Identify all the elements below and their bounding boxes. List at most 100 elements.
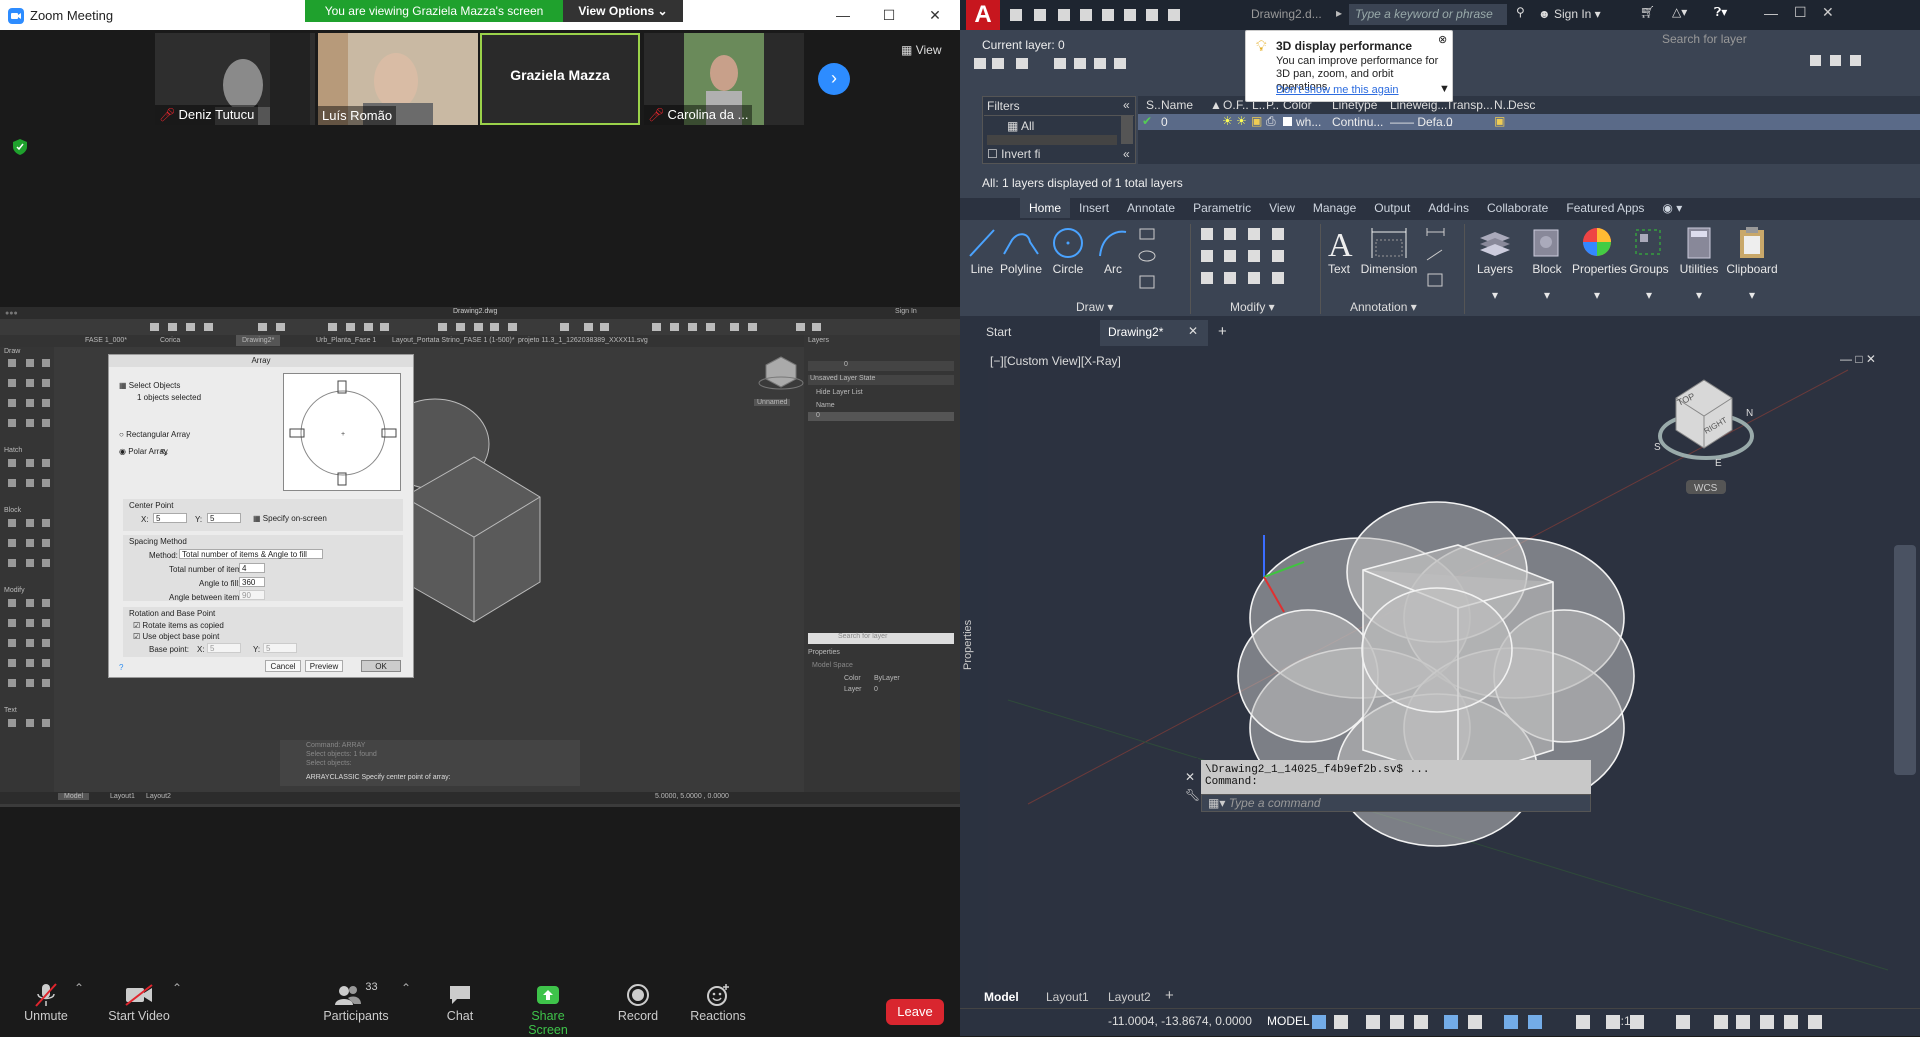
tooltip-expand-icon[interactable]: ▼ [1439,83,1450,95]
filter-scrollbar[interactable] [1121,116,1133,144]
close-button[interactable]: ✕ [1822,4,1834,21]
layer-search-input[interactable]: Search for layer [808,633,954,644]
dimension-tool-button[interactable]: Dimension [1358,224,1420,276]
layer-toolbar-icons[interactable] [972,56,1162,72]
filter-hscrollbar[interactable] [987,135,1117,145]
sign-in-button[interactable]: ☻ Sign In ▾ [1538,7,1601,21]
tab-parametric[interactable]: Parametric [1184,198,1260,218]
remote-sign-in[interactable]: Sign In [895,308,917,315]
block-button[interactable]: Block ▾ [1522,224,1572,302]
cart-icon[interactable]: 🛒︎ [1640,5,1655,19]
ok-button[interactable]: OK [361,660,401,672]
center-y-input[interactable]: 5 [207,513,241,523]
minimize-button[interactable]: — [1764,5,1778,21]
color-value[interactable]: ByLayer [874,675,900,682]
layout1-tab[interactable]: Layout1 [1046,990,1089,1004]
participant-tile[interactable]: Luís Romão [318,33,478,125]
tab-collaborate[interactable]: Collaborate [1478,198,1557,218]
viewport-controls[interactable]: [−][Custom View][X-Ray] [990,354,1121,368]
angle-between-input[interactable]: 90 [239,590,265,600]
properties-side-strip[interactable]: Properties [960,350,988,990]
participant-tile[interactable]: 🎤︎ Deniz Tutucu [155,33,315,125]
audio-options-chevron-icon[interactable]: ⌃ [74,981,84,995]
drawing-tab[interactable]: Drawing2* ✕ [1100,320,1208,346]
leave-button[interactable]: Leave [886,999,944,1025]
remote-tab[interactable]: Layout_Portata Strino_FASE 1 (1-500)* [392,337,515,344]
rotate-items-checkbox[interactable]: ☑ Rotate items as copied [133,621,224,630]
tab-home[interactable]: Home [1020,198,1071,218]
layer-row[interactable]: 0 [808,412,954,421]
view-options-button[interactable]: View Options ⌄ [563,0,683,22]
rectangular-array-radio[interactable]: ○ Rectangular Array [119,430,190,439]
remote-tab[interactable]: Urb_Planta_Fase 1 [316,337,376,344]
collapse-filters-icon[interactable]: « [1123,98,1130,112]
layer-dropdown[interactable]: 0 [808,361,954,371]
tab-output[interactable]: Output [1365,198,1419,218]
total-items-input[interactable]: 4 [239,563,265,573]
model-tab[interactable]: Model [984,990,1019,1004]
participants-options-chevron-icon[interactable]: ⌃ [401,981,411,995]
use-base-point-checkbox[interactable]: ☑ Use object base point [133,632,219,641]
share-screen-button[interactable]: Share Screen [510,981,586,1037]
remote-model-tab[interactable]: Model [58,793,90,800]
text-tool-button[interactable]: A Text [1322,224,1356,276]
tooltip-close-icon[interactable]: ⊗ [1438,33,1447,46]
base-x-input[interactable]: 5 [207,643,241,653]
remote-tab[interactable]: Corica [160,337,180,344]
collapse-icon[interactable]: « [1123,147,1130,161]
layout2-tab[interactable]: Layout2 [1108,990,1151,1004]
maximize-button[interactable]: ☐ [872,3,906,27]
remote-command-prompt[interactable]: ARRAYCLASSIC Specify center point of arr… [306,774,451,781]
view-button[interactable]: ▦ View [901,43,941,57]
autocad-logo-icon[interactable]: A [966,0,1000,30]
layer-freeze-icon[interactable]: ☀ [1236,114,1247,128]
chat-button[interactable]: Chat [440,981,480,1023]
autodesk-app-icon[interactable]: △▾ [1672,5,1687,19]
help-icon[interactable]: ? [119,663,123,672]
remote-layout-tab[interactable]: Layout1 [110,793,135,800]
command-close-icon[interactable]: ✕ 🔧︎ [1183,758,1200,804]
polyline-tool-button[interactable]: Polyline [998,224,1044,276]
new-tab-icon[interactable]: + [1218,323,1227,340]
layers-button[interactable]: Layers ▾ [1470,224,1520,302]
layer-row[interactable]: ✔ 0 ☀ ☀ ▣ ⎙ wh... Continu... —— Defa... … [1138,114,1920,130]
annotation-scale[interactable]: 1:1 [1614,1014,1631,1028]
remote-tab-active[interactable]: Drawing2* [236,335,281,346]
draw-group[interactable]: Draw ▾ [1076,300,1113,314]
method-select[interactable]: Total number of items & Angle to fill [179,549,323,559]
maximize-button[interactable]: ☐ [1794,4,1807,21]
reactions-button[interactable]: Reactions [690,981,746,1023]
start-tab[interactable]: Start [986,325,1011,339]
layer-plot-icon[interactable]: ⎙ [1266,114,1276,129]
participants-button[interactable]: 33 Participants [318,981,394,1023]
remote-layout-tab[interactable]: Layout2 [146,793,171,800]
drawing-viewport[interactable]: [−][Custom View][X-Ray] — □ ✕ TOP RIGHT … [988,350,1920,990]
circle-tool-button[interactable]: Circle [1048,224,1088,276]
command-input[interactable]: ▦▾ Type a command [1201,794,1591,812]
preview-button[interactable]: Preview [305,660,343,672]
remote-tab[interactable]: FASE 1_000* [85,337,127,344]
annotation-small-tools[interactable] [1422,224,1462,294]
layer-lock-icon[interactable]: ▣ [1251,114,1262,128]
tab-manage[interactable]: Manage [1304,198,1365,218]
status-toggle-icons[interactable] [1310,1012,1870,1032]
draw-small-tools[interactable] [1136,224,1176,294]
properties-button[interactable]: Properties ▾ [1572,224,1627,302]
remote-tab[interactable]: projeto 11.3_1_1262038389_XXXX11.svg [518,337,648,344]
record-button[interactable]: Record [614,981,662,1023]
layer-settings-icons[interactable] [1810,52,1920,70]
participant-tile[interactable]: 🎤︎ Carolina da ... [644,33,804,125]
modify-tools[interactable] [1196,224,1316,294]
modify-group[interactable]: Modify ▾ [1230,300,1275,314]
start-video-button[interactable]: Start Video [104,981,174,1023]
keyword-search-input[interactable]: Type a keyword or phrase [1349,4,1507,25]
video-options-chevron-icon[interactable]: ⌃ [172,981,182,995]
tab-addins[interactable]: Add-ins [1419,198,1478,218]
layer-state-dropdown[interactable]: Unsaved Layer State [808,375,954,385]
groups-button[interactable]: Groups ▾ [1624,224,1674,302]
select-objects-button[interactable]: ▦ Select Objects [119,381,180,390]
layer-search[interactable]: Search for layer [1662,32,1842,48]
layer-value[interactable]: 0 [874,686,878,693]
cancel-button[interactable]: Cancel [265,660,301,672]
dont-show-link[interactable]: Don't show me this again [1276,84,1399,96]
